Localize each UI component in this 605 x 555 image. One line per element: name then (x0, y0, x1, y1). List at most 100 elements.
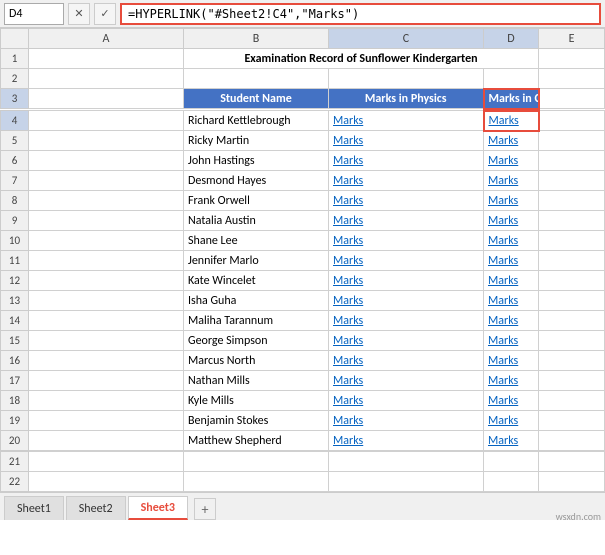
cell-d20[interactable]: Marks (484, 431, 539, 451)
cell-a14[interactable] (29, 311, 184, 331)
cell-b6[interactable]: John Hastings (184, 151, 329, 171)
cell-e22[interactable] (539, 472, 605, 492)
cell-title[interactable]: Examination Record of Sunflower Kinderga… (184, 49, 539, 69)
cell-b2[interactable] (184, 69, 329, 89)
cell-a7[interactable] (29, 171, 184, 191)
cell-c12[interactable]: Marks (329, 271, 484, 291)
cell-c15[interactable]: Marks (329, 331, 484, 351)
physics-link-5[interactable]: Marks (333, 134, 363, 148)
cell-b21[interactable] (184, 452, 329, 472)
chemistry-link-4[interactable]: Marks (489, 114, 519, 128)
cell-e17[interactable] (539, 371, 605, 391)
cell-e8[interactable] (539, 191, 605, 211)
cell-a3[interactable] (29, 89, 184, 109)
cell-a21[interactable] (29, 452, 184, 472)
chemistry-link-16[interactable]: Marks (488, 354, 518, 368)
cell-b17[interactable]: Nathan Mills (184, 371, 329, 391)
cell-a1[interactable] (29, 49, 184, 69)
cancel-btn[interactable]: ✕ (68, 3, 90, 25)
cell-d22[interactable] (484, 472, 539, 492)
cell-c5[interactable]: Marks (329, 131, 484, 151)
cell-b15[interactable]: George Simpson (184, 331, 329, 351)
cell-e18[interactable] (539, 391, 605, 411)
cell-c8[interactable]: Marks (329, 191, 484, 211)
cell-c4[interactable]: Marks (329, 111, 484, 131)
cell-b9[interactable]: Natalia Austin (184, 211, 329, 231)
cell-a12[interactable] (29, 271, 184, 291)
cell-a2[interactable] (29, 69, 184, 89)
physics-link-10[interactable]: Marks (333, 234, 363, 248)
cell-d9[interactable]: Marks (484, 211, 539, 231)
physics-link-4[interactable]: Marks (333, 114, 363, 128)
cell-d21[interactable] (484, 452, 539, 472)
chemistry-link-8[interactable]: Marks (488, 194, 518, 208)
physics-link-14[interactable]: Marks (333, 314, 363, 328)
col-header-c[interactable]: C (329, 29, 484, 49)
cell-a9[interactable] (29, 211, 184, 231)
cell-a22[interactable] (29, 472, 184, 492)
cell-d3-header[interactable]: Marks in Chemistry (484, 89, 539, 109)
cell-a5[interactable] (29, 131, 184, 151)
cell-d12[interactable]: Marks (484, 271, 539, 291)
cell-c21[interactable] (329, 452, 484, 472)
chemistry-link-15[interactable]: Marks (488, 334, 518, 348)
cell-a10[interactable] (29, 231, 184, 251)
cell-c14[interactable]: Marks (329, 311, 484, 331)
cell-d11[interactable]: Marks (484, 251, 539, 271)
cell-e9[interactable] (539, 211, 605, 231)
chemistry-link-17[interactable]: Marks (488, 374, 518, 388)
cell-e6[interactable] (539, 151, 605, 171)
col-header-b[interactable]: B (184, 29, 329, 49)
cell-e7[interactable] (539, 171, 605, 191)
cell-c20[interactable]: Marks (329, 431, 484, 451)
cell-c17[interactable]: Marks (329, 371, 484, 391)
cell-b5[interactable]: Ricky Martin (184, 131, 329, 151)
cell-e20[interactable] (539, 431, 605, 451)
cell-c19[interactable]: Marks (329, 411, 484, 431)
cell-c11[interactable]: Marks (329, 251, 484, 271)
cell-d6[interactable]: Marks (484, 151, 539, 171)
cell-d5[interactable]: Marks (484, 131, 539, 151)
cell-e1[interactable] (539, 49, 605, 69)
cell-e5[interactable] (539, 131, 605, 151)
cell-c18[interactable]: Marks (329, 391, 484, 411)
cell-c9[interactable]: Marks (329, 211, 484, 231)
physics-link-11[interactable]: Marks (333, 254, 363, 268)
cell-d16[interactable]: Marks (484, 351, 539, 371)
cell-c22[interactable] (329, 472, 484, 492)
physics-link-9[interactable]: Marks (333, 214, 363, 228)
cell-e12[interactable] (539, 271, 605, 291)
chemistry-link-9[interactable]: Marks (488, 214, 518, 228)
cell-e13[interactable] (539, 291, 605, 311)
cell-e19[interactable] (539, 411, 605, 431)
chemistry-link-7[interactable]: Marks (488, 174, 518, 188)
tab-sheet3[interactable]: Sheet3 (128, 496, 188, 520)
cell-d18[interactable]: Marks (484, 391, 539, 411)
cell-b8[interactable]: Frank Orwell (184, 191, 329, 211)
physics-link-20[interactable]: Marks (333, 434, 363, 448)
cell-e21[interactable] (539, 452, 605, 472)
physics-link-12[interactable]: Marks (333, 274, 363, 288)
physics-link-17[interactable]: Marks (333, 374, 363, 388)
chemistry-link-12[interactable]: Marks (488, 274, 518, 288)
cell-b18[interactable]: Kyle Mills (184, 391, 329, 411)
chemistry-link-18[interactable]: Marks (488, 394, 518, 408)
cell-e3[interactable] (539, 89, 605, 109)
cell-e14[interactable] (539, 311, 605, 331)
name-box[interactable]: D4 (4, 3, 64, 25)
cell-e16[interactable] (539, 351, 605, 371)
cell-d8[interactable]: Marks (484, 191, 539, 211)
physics-link-6[interactable]: Marks (333, 154, 363, 168)
cell-b10[interactable]: Shane Lee (184, 231, 329, 251)
cell-e10[interactable] (539, 231, 605, 251)
cell-d2[interactable] (484, 69, 539, 89)
cell-b22[interactable] (184, 472, 329, 492)
cell-e15[interactable] (539, 331, 605, 351)
col-header-a[interactable]: A (29, 29, 184, 49)
cell-d7[interactable]: Marks (484, 171, 539, 191)
cell-a11[interactable] (29, 251, 184, 271)
chemistry-link-6[interactable]: Marks (488, 154, 518, 168)
cell-b4[interactable]: Richard Kettlebrough (184, 111, 329, 131)
cell-c13[interactable]: Marks (329, 291, 484, 311)
cell-b11[interactable]: Jennifer Marlo (184, 251, 329, 271)
